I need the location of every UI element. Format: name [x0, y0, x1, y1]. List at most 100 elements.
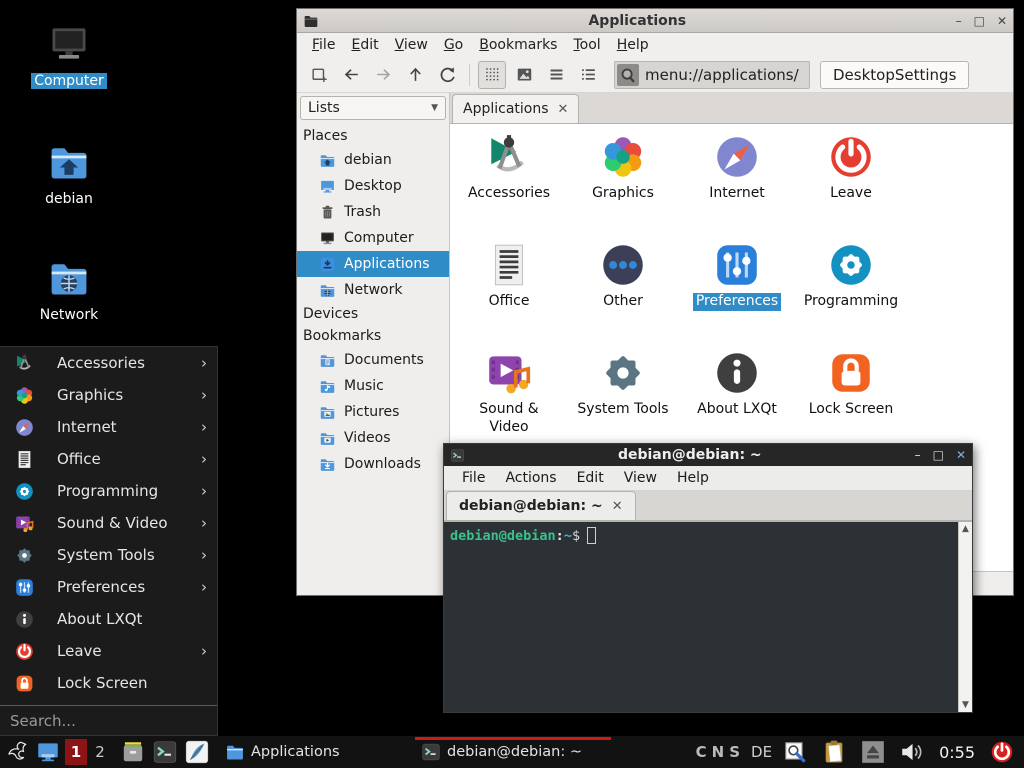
- submenu-arrow-icon: ›: [201, 642, 207, 660]
- file-manager-launcher[interactable]: [120, 739, 146, 765]
- desktop-icon-debian[interactable]: debian: [24, 140, 114, 207]
- forward-button[interactable]: [369, 61, 397, 89]
- clock[interactable]: 0:55: [939, 743, 975, 762]
- sidebar-item-trash[interactable]: Trash: [297, 199, 449, 225]
- menu-item-leave[interactable]: Leave›: [0, 635, 217, 667]
- sidebar-item-documents[interactable]: Documents: [297, 347, 449, 373]
- menu-view[interactable]: View: [388, 35, 435, 55]
- thumbnail-view-button[interactable]: [510, 61, 538, 89]
- up-button[interactable]: [401, 61, 429, 89]
- menu-item-label: Lock Screen: [57, 674, 207, 692]
- terminal-scrollbar[interactable]: ▲ ▼: [958, 522, 972, 712]
- menu-bookmarks[interactable]: Bookmarks: [472, 35, 564, 55]
- folder-preferences[interactable]: Preferences: [680, 240, 794, 348]
- menu-help[interactable]: Help: [610, 35, 656, 55]
- clipboard-tray-icon[interactable]: [821, 739, 847, 765]
- tab-close-icon[interactable]: ✕: [612, 499, 623, 514]
- menu-view[interactable]: View: [616, 468, 665, 488]
- menu-edit[interactable]: Edit: [344, 35, 385, 55]
- folder-programming[interactable]: Programming: [794, 240, 908, 348]
- menu-help[interactable]: Help: [669, 468, 717, 488]
- compact-view-button[interactable]: [542, 61, 570, 89]
- desktop-icon-network[interactable]: Network: [24, 256, 114, 323]
- desktop-settings-button[interactable]: DesktopSettings: [820, 61, 969, 89]
- workspace-2-button[interactable]: 2: [89, 739, 111, 765]
- minimize-button[interactable]: –: [915, 449, 921, 461]
- sidebar-item-applications[interactable]: Applications: [297, 251, 449, 277]
- sidebar-item-music[interactable]: Music: [297, 373, 449, 399]
- featherpad-launcher[interactable]: [184, 739, 210, 765]
- sidebar-item-computer[interactable]: Computer: [297, 225, 449, 251]
- minimize-button[interactable]: –: [956, 15, 962, 27]
- folder-accessories[interactable]: Accessories: [452, 132, 566, 240]
- menu-actions[interactable]: Actions: [497, 468, 564, 488]
- new-tab-button[interactable]: [305, 61, 333, 89]
- menu-item-system-tools[interactable]: System Tools›: [0, 539, 217, 571]
- terminal-titlebar[interactable]: debian@debian: ~ – □ ✕: [444, 444, 972, 466]
- task-applications[interactable]: Applications: [219, 736, 415, 768]
- reload-button[interactable]: [433, 61, 461, 89]
- back-button[interactable]: [337, 61, 365, 89]
- menu-file[interactable]: File: [305, 35, 342, 55]
- detailed-view-button[interactable]: [574, 61, 602, 89]
- task-terminal[interactable]: debian@debian: ~: [415, 736, 611, 768]
- tab-applications[interactable]: Applications✕: [452, 94, 579, 123]
- volume-tray-icon[interactable]: [899, 739, 925, 765]
- menu-search-input[interactable]: Search...: [0, 705, 217, 735]
- menu-tool[interactable]: Tool: [566, 35, 607, 55]
- folder-system-tools[interactable]: System Tools: [566, 348, 680, 456]
- scroll-up-icon[interactable]: ▲: [962, 524, 969, 534]
- keyboard-layout[interactable]: DE: [751, 743, 772, 761]
- sidebar-item-debian[interactable]: debian: [297, 147, 449, 173]
- menu-item-graphics[interactable]: Graphics›: [0, 379, 217, 411]
- menu-item-preferences[interactable]: Preferences›: [0, 571, 217, 603]
- terminal-launcher[interactable]: [152, 739, 178, 765]
- screenshot-tray-icon[interactable]: [782, 739, 808, 765]
- folder-office[interactable]: Office: [452, 240, 566, 348]
- keyboard-indicator[interactable]: C N S: [696, 743, 740, 761]
- maximize-button[interactable]: □: [974, 15, 985, 27]
- folder-internet[interactable]: Internet: [680, 132, 794, 240]
- show-desktop-button[interactable]: [35, 739, 61, 765]
- folder-leave[interactable]: Leave: [794, 132, 908, 240]
- maximize-button[interactable]: □: [933, 449, 944, 461]
- menu-item-label: Sound & Video: [57, 514, 201, 532]
- scroll-down-icon[interactable]: ▼: [962, 700, 969, 710]
- sidebar-item-downloads[interactable]: Downloads: [297, 451, 449, 477]
- desktop-icon-computer[interactable]: Computer: [24, 22, 114, 89]
- folder-lock-screen[interactable]: Lock Screen: [794, 348, 908, 456]
- sidebar-item-network[interactable]: Network: [297, 277, 449, 303]
- fm-titlebar[interactable]: Applications – □ ✕: [297, 9, 1013, 33]
- sidebar-item-desktop[interactable]: Desktop: [297, 173, 449, 199]
- menu-item-internet[interactable]: Internet›: [0, 411, 217, 443]
- menu-item-programming[interactable]: Programming›: [0, 475, 217, 507]
- icon-view-button[interactable]: [478, 61, 506, 89]
- tab-close-icon[interactable]: ✕: [558, 102, 569, 117]
- workspace-1-button[interactable]: 1: [65, 739, 87, 765]
- menu-item-office[interactable]: Office›: [0, 443, 217, 475]
- folder-graphics[interactable]: Graphics: [566, 132, 680, 240]
- menu-item-accessories[interactable]: Accessories›: [0, 347, 217, 379]
- menu-go[interactable]: Go: [437, 35, 470, 55]
- prompt-dollar: $: [572, 528, 580, 544]
- power-button[interactable]: [989, 739, 1015, 765]
- close-button[interactable]: ✕: [956, 449, 966, 461]
- menu-item-about-lxqt[interactable]: About LXQt: [0, 603, 217, 635]
- folder-sound-video[interactable]: Sound & Video: [452, 348, 566, 456]
- app-menu-button[interactable]: [3, 739, 29, 765]
- address-bar[interactable]: menu://applications/: [614, 61, 810, 89]
- sidebar-item-pictures[interactable]: Pictures: [297, 399, 449, 425]
- menu-item-lock-screen[interactable]: Lock Screen: [0, 667, 217, 699]
- menu-edit[interactable]: Edit: [569, 468, 612, 488]
- side-pane-mode-select[interactable]: Lists▼: [300, 96, 446, 120]
- menu-file[interactable]: File: [454, 468, 493, 488]
- terminal-screen[interactable]: debian@debian:~$: [444, 522, 958, 712]
- folder-about-lxqt[interactable]: About LXQt: [680, 348, 794, 456]
- address-scheme-icon: [617, 64, 639, 86]
- tab-terminal[interactable]: debian@debian: ~✕: [446, 491, 636, 520]
- menu-item-sound-video[interactable]: Sound & Video›: [0, 507, 217, 539]
- folder-other[interactable]: Other: [566, 240, 680, 348]
- sidebar-item-videos[interactable]: Videos: [297, 425, 449, 451]
- close-button[interactable]: ✕: [997, 15, 1007, 27]
- eject-tray-icon[interactable]: [860, 739, 886, 765]
